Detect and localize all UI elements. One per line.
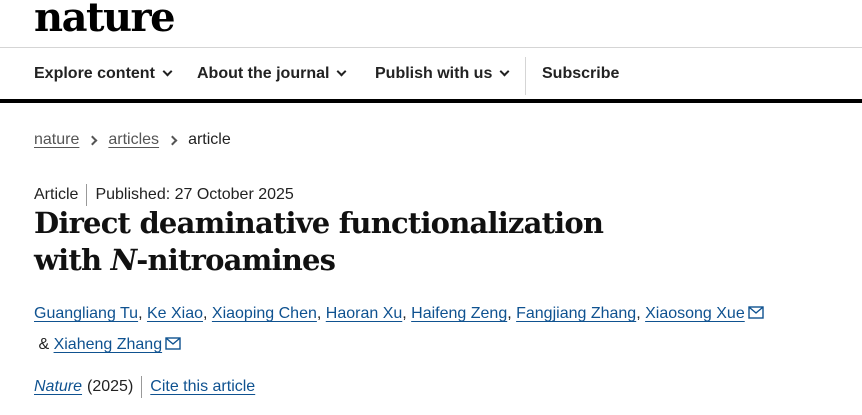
published-date: Published: 27 October 2025 [95, 186, 294, 203]
meta-divider [86, 184, 88, 206]
breadcrumb-nature[interactable]: nature [34, 131, 79, 149]
author-link[interactable]: Haifeng Zeng [411, 305, 507, 322]
author-separator: & [34, 336, 54, 353]
site-header: nature [0, 0, 862, 48]
article-meta: Article Published: 27 October 2025 [34, 184, 294, 206]
nav-divider [525, 57, 526, 95]
title-italic: N [110, 243, 138, 277]
author-separator: , [203, 305, 212, 322]
nav-item-label: Publish with us [375, 65, 493, 82]
author-link[interactable]: Ke Xiao [147, 305, 203, 322]
author-separator: , [402, 305, 412, 322]
nav-explore-content[interactable]: Explore content [34, 49, 173, 99]
author-list: Guangliang Tu, Ke Xiao, Xiaoping Chen, H… [34, 298, 834, 360]
author-link[interactable]: Haoran Xu [326, 305, 403, 322]
chevron-down-icon [336, 66, 347, 77]
author-link[interactable]: Xiaoping Chen [212, 305, 317, 322]
author-separator: , [636, 305, 646, 322]
nav-publish-with-us[interactable]: Publish with us [375, 49, 510, 99]
citation-divider [141, 376, 143, 398]
author-link[interactable]: Guangliang Tu [34, 305, 138, 322]
chevron-right-icon [167, 135, 178, 145]
title-text-end: -nitroamines [136, 243, 336, 277]
journal-link[interactable]: Nature [34, 378, 82, 396]
author-link[interactable]: Xiaheng Zhang [54, 336, 163, 353]
chevron-down-icon [499, 66, 510, 77]
nav-item-label: Explore content [34, 65, 155, 82]
author-link[interactable]: Fangjiang Zhang [516, 305, 636, 322]
nature-logo[interactable]: nature [34, 0, 176, 42]
breadcrumb: nature articles article [34, 129, 231, 151]
nav-subscribe[interactable]: Subscribe [542, 49, 619, 99]
author-separator: , [138, 305, 147, 322]
chevron-right-icon [87, 135, 98, 145]
author-link[interactable]: Xiaosong Xue [645, 305, 745, 322]
mail-icon[interactable] [748, 306, 764, 319]
author-separator: , [316, 305, 326, 322]
nav-item-label: About the journal [197, 65, 330, 82]
citation: Nature (2025) Cite this article [34, 376, 255, 398]
article-type: Article [34, 186, 79, 203]
chevron-down-icon [162, 66, 173, 77]
main-nav: Explore content About the journal Publis… [0, 49, 862, 103]
cite-this-article-link[interactable]: Cite this article [150, 378, 255, 396]
mail-icon[interactable] [165, 337, 181, 350]
breadcrumb-articles[interactable]: articles [108, 131, 159, 149]
breadcrumb-current: article [188, 131, 231, 148]
journal-name: Nature [34, 378, 83, 395]
article-title: Direct deaminative functionalization wit… [34, 205, 674, 279]
citation-year: (2025) [87, 378, 134, 395]
nav-item-label: Subscribe [542, 65, 620, 82]
nav-about-journal[interactable]: About the journal [197, 49, 347, 99]
author-separator: , [507, 305, 517, 322]
